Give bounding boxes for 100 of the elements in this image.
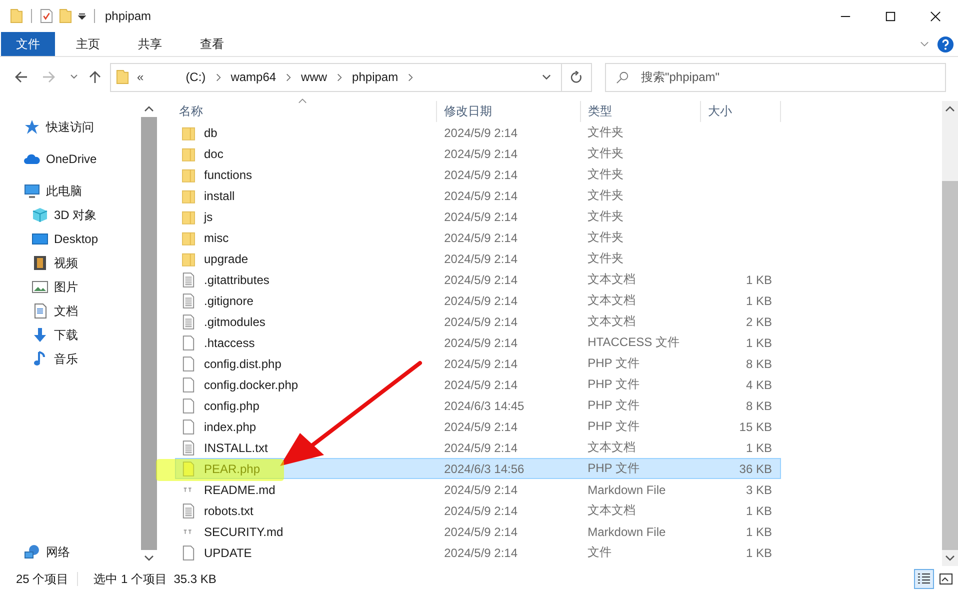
- file-name[interactable]: .gitignore: [204, 294, 254, 308]
- dropdown-icon[interactable]: [542, 74, 551, 80]
- file-name[interactable]: README.md: [204, 482, 276, 496]
- ribbon-tab[interactable]: 主页: [59, 32, 117, 56]
- scrollbar[interactable]: [942, 101, 958, 566]
- breadcrumb[interactable]: wamp64: [226, 70, 280, 84]
- table-cell-text: 文件夹: [586, 250, 625, 267]
- file-icon: [182, 398, 195, 414]
- table-cell-text: PHP 文件: [586, 418, 640, 435]
- file-name[interactable]: .gitattributes: [204, 272, 270, 286]
- table-cell: 3 KB: [746, 482, 772, 496]
- file-name[interactable]: robots.txt: [204, 504, 254, 518]
- image-icon: [32, 279, 48, 295]
- file-icon: [182, 460, 195, 476]
- column-header[interactable]: 名称: [175, 101, 437, 122]
- sidebar-item[interactable]: OneDrive: [46, 152, 97, 166]
- chevron-right-icon[interactable]: [286, 72, 292, 82]
- details-view-button[interactable]: [914, 569, 934, 589]
- doc-icon: [32, 303, 48, 319]
- sidebar-item[interactable]: 网络: [46, 544, 70, 560]
- file-name[interactable]: config.dist.php: [204, 356, 282, 370]
- file-name[interactable]: SECURITY.md: [204, 524, 284, 538]
- table-cell-text: Markdown File: [586, 524, 667, 538]
- table-cell-text: Markdown File: [586, 482, 667, 496]
- back-arrow-icon[interactable]: [14, 70, 28, 84]
- table-cell-text: 2024/5/9 2:14: [443, 146, 519, 160]
- overflow-chevron[interactable]: «: [137, 70, 144, 84]
- file-name[interactable]: .gitmodules: [204, 314, 266, 328]
- sidebar-item[interactable]: 快速访问: [46, 118, 94, 136]
- table-cell-text: 2024/5/9 2:14: [443, 356, 519, 370]
- file-icon: [182, 292, 195, 308]
- sidebar-item[interactable]: 下载: [54, 326, 78, 344]
- scroll-down-icon[interactable]: [144, 555, 154, 561]
- table-cell: 1 KB: [746, 440, 772, 454]
- file-name[interactable]: functions: [204, 168, 252, 182]
- search-field[interactable]: 搜索"phpipam": [639, 69, 945, 85]
- search-box[interactable]: 搜索"phpipam": [605, 62, 946, 92]
- ribbon-tab[interactable]: 文件: [1, 32, 55, 56]
- selected-row[interactable]: PEAR.php 2024/6/3 14:56 PHP 文件 36 KB: [175, 458, 781, 479]
- chevron-right-icon[interactable]: [216, 72, 221, 82]
- file-name[interactable]: config.php: [204, 398, 260, 412]
- file-name[interactable]: misc: [204, 230, 229, 244]
- sidebar-item[interactable]: 图片: [54, 278, 78, 296]
- file-name[interactable]: INSTALL.txt: [204, 440, 268, 454]
- scroll-up-icon[interactable]: [945, 106, 955, 112]
- sidebar-item[interactable]: 音乐: [54, 350, 78, 368]
- table-cell-text: 2024/5/9 2:14: [443, 482, 519, 496]
- tiles-icon: [939, 572, 953, 586]
- table-cell-text: PHP 文件: [586, 397, 640, 414]
- scroll-up-icon[interactable]: [144, 106, 154, 112]
- file-name[interactable]: index.php: [204, 420, 256, 434]
- chevron-right-icon[interactable]: [408, 72, 414, 82]
- column-header[interactable]: 修改日期: [437, 101, 581, 122]
- column-header[interactable]: 大小: [701, 101, 781, 122]
- properties-icon[interactable]: [40, 8, 53, 24]
- table-cell-text: 2024/5/9 2:14: [443, 440, 519, 454]
- breadcrumb[interactable]: www: [297, 70, 332, 84]
- table-cell-text: 2024/5/9 2:14: [443, 230, 519, 244]
- ribbon-tab[interactable]: 查看: [183, 32, 241, 56]
- chevron-right-icon[interactable]: [337, 72, 342, 82]
- file-icon: [182, 314, 195, 330]
- video-icon: [32, 255, 48, 271]
- table-cell-text: HTACCESS 文件: [586, 334, 680, 351]
- file-name[interactable]: config.docker.php: [204, 378, 298, 392]
- sidebar-item[interactable]: Desktop: [54, 232, 98, 246]
- chevron-down-icon[interactable]: [920, 41, 929, 47]
- sidebar-item[interactable]: 视频: [54, 254, 78, 272]
- folder-icon: [182, 208, 195, 224]
- sidebar-item[interactable]: 3D 对象: [54, 206, 97, 224]
- file-name[interactable]: install: [204, 188, 235, 202]
- ribbon-tab[interactable]: 共享: [121, 32, 179, 56]
- table-cell-text: 文件夹: [586, 229, 625, 246]
- cube-icon: [32, 207, 48, 223]
- table-cell-text: PHP 文件: [586, 376, 640, 393]
- sidebar-item[interactable]: 文档: [54, 302, 78, 320]
- breadcrumb[interactable]: phpipam: [348, 70, 402, 84]
- file-name[interactable]: doc: [204, 146, 224, 160]
- table-cell: 8 KB: [746, 398, 772, 412]
- table-cell-text: PHP 文件: [586, 355, 640, 372]
- table-cell-text: 2024/5/9 2:14: [443, 546, 519, 560]
- table-cell: 8 KB: [746, 356, 772, 370]
- scroll-down-icon[interactable]: [945, 555, 955, 561]
- file-name[interactable]: UPDATE: [204, 546, 252, 560]
- sidebar-item[interactable]: 此电脑: [46, 182, 82, 200]
- address-bar[interactable]: « (C:) wamp64 www phpipam: [110, 62, 592, 92]
- file-name[interactable]: .htaccess: [204, 336, 255, 350]
- file-name[interactable]: js: [204, 210, 213, 224]
- file-icon: [182, 418, 195, 434]
- column-header[interactable]: 类型: [581, 101, 701, 122]
- dropdown-icon[interactable]: [78, 12, 86, 20]
- help-icon[interactable]: [937, 36, 954, 52]
- breadcrumb[interactable]: (C:): [182, 70, 210, 84]
- file-name[interactable]: db: [204, 126, 218, 140]
- file-icon: [182, 356, 195, 372]
- table-cell-text: 文件: [586, 544, 613, 561]
- recent-caret-icon[interactable]: [70, 74, 78, 80]
- up-arrow-icon[interactable]: [88, 70, 102, 84]
- table-cell-text: 2024/5/9 2:14: [443, 252, 519, 266]
- file-name[interactable]: upgrade: [204, 252, 248, 266]
- refresh-icon[interactable]: [570, 70, 583, 84]
